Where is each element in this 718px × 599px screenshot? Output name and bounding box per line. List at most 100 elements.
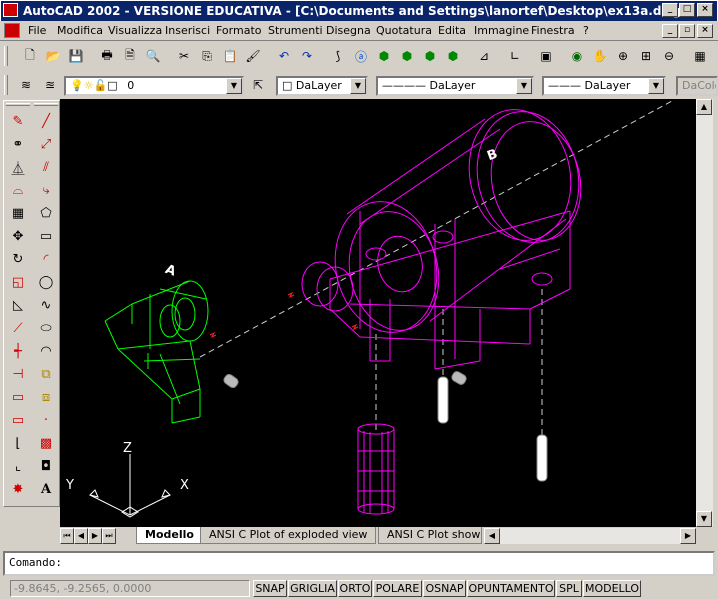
menu-disegna[interactable]: Disegna [326,24,371,38]
paste-icon[interactable]: 📋 [220,46,240,66]
menu-edita[interactable]: Edita [438,24,466,38]
scroll-down-icon[interactable]: ▼ [696,511,712,527]
doc-close-button[interactable]: × [697,24,713,38]
polyline-icon[interactable]: ⤷ [34,179,58,201]
linetype-dropdown[interactable]: ———— DaLayer ▼ [376,76,534,96]
toolbar-grip[interactable] [4,46,8,66]
layer-dropdown[interactable]: 💡☼🔓□ 0 ▼ [64,76,244,96]
zoom-window-icon[interactable]: ⊞ [636,46,656,66]
menu-modifica[interactable]: Modifica [57,24,103,38]
osnap-toggle[interactable]: OSNAP [423,580,466,597]
multiline-icon[interactable]: ⫽ [34,156,58,178]
array-icon[interactable]: ▦ [6,202,30,224]
tool-palette-icon[interactable]: ⬢ [443,46,463,66]
chamfer-icon[interactable]: ⌊ [6,432,30,454]
menu-strumenti[interactable]: Strumenti [268,24,323,38]
multiline-text-icon[interactable]: A [34,478,58,500]
fillet-icon[interactable]: ⌞ [6,455,30,477]
autocad-app-icon[interactable] [3,3,18,17]
print-preview-icon[interactable]: 🗎 [120,46,140,66]
zoom-realtime-icon[interactable]: ⊕ [613,46,633,66]
tab-next-icon[interactable]: ▶ [88,528,102,544]
ellipse-arc-icon[interactable]: ◠ [34,340,58,362]
insert-hyperlink-icon[interactable]: ⬢ [374,46,394,66]
tab-exploded-view[interactable]: ANSI C Plot of exploded view [200,527,377,544]
extend-icon[interactable]: ⊣ [6,363,30,385]
layer-manager-icon[interactable]: ≋ [16,75,36,95]
document-icon[interactable] [4,23,20,38]
model-toggle[interactable]: MODELLO [583,580,641,597]
scale-icon[interactable]: ◱ [6,271,30,293]
offset-icon[interactable]: ⌓ [6,179,30,201]
toolbar-grip[interactable] [34,103,58,106]
menu-quotatura[interactable]: Quotatura [376,24,432,38]
snap-toggle[interactable]: SNAP [253,580,287,597]
tab-last-icon[interactable]: ⏭ [102,528,116,544]
layer-previous-icon[interactable]: ≊ [40,75,60,95]
menu-file[interactable]: File [28,24,46,38]
menu-inserisci[interactable]: Inserisci [165,24,210,38]
tab-prev-icon[interactable]: ◀ [74,528,88,544]
menu-visualizza[interactable]: Visualizza [108,24,162,38]
chevron-down-icon[interactable]: ▼ [226,78,242,94]
region-icon[interactable]: ◘ [34,455,58,477]
trim-icon[interactable]: ┽ [6,340,30,362]
close-button[interactable]: × [697,3,713,17]
point-icon[interactable]: · [34,409,58,431]
tracking-icon[interactable]: ⟆ [328,46,348,66]
tab-plot-show[interactable]: ANSI C Plot show [378,527,482,544]
grid-toggle[interactable]: GRIGLIA [288,580,337,597]
polar-toggle[interactable]: POLARE [373,580,422,597]
hscroll-left-icon[interactable]: ◀ [484,528,500,544]
doc-minimize-button[interactable]: _ [662,24,678,38]
circle-icon[interactable]: ◯ [34,271,58,293]
properties-icon[interactable]: ▦ [690,46,710,66]
distance-icon[interactable]: ⊿ [474,46,494,66]
save-icon[interactable]: 💾 [66,46,86,66]
chevron-down-icon[interactable]: ▼ [516,78,532,94]
horizontal-scrollbar[interactable] [500,528,680,544]
maximize-button[interactable]: □ [679,3,695,17]
polygon-icon[interactable]: ⬠ [34,202,58,224]
move-icon[interactable]: ✥ [6,225,30,247]
rotate-icon[interactable]: ↻ [6,248,30,270]
color-dropdown[interactable]: □ DaLayer ▼ [276,76,368,96]
menu-finestra[interactable]: Finestra [531,24,575,38]
hatch-icon[interactable]: ▩ [34,432,58,454]
lengthen-icon[interactable]: ⟋ [6,317,30,339]
copy-icon[interactable]: ⎘ [197,46,217,66]
scroll-up-icon[interactable]: ▲ [696,99,712,115]
rectangle-icon[interactable]: ▭ [34,225,58,247]
open-file-icon[interactable]: 📂 [43,46,63,66]
publish-icon[interactable]: 🔍 [143,46,163,66]
menu-formato[interactable]: Formato [216,24,262,38]
otrack-toggle[interactable]: OPUNTAMENTO [467,580,555,597]
menu-help[interactable]: ? [583,24,589,38]
chevron-down-icon[interactable]: ▼ [648,78,664,94]
tab-modello[interactable]: Modello [136,527,203,544]
match-properties-icon[interactable]: 🖌 [243,46,263,66]
command-line[interactable]: Comando: [3,551,715,576]
cut-icon[interactable]: ✂ [174,46,194,66]
tab-first-icon[interactable]: ⏮ [60,528,74,544]
ucs-icon[interactable]: ∟ [505,46,525,66]
doc-restore-button[interactable]: ▫ [679,24,695,38]
drawing-canvas[interactable]: A B Z Y X [60,99,696,527]
arc-icon[interactable]: ◜ [34,248,58,270]
ellipse-icon[interactable]: ⬭ [34,317,58,339]
undo-icon[interactable]: ↶ [274,46,294,66]
vertical-scrollbar[interactable]: ▲ ▼ [696,99,713,527]
toolbar-grip[interactable] [4,75,8,95]
new-file-icon[interactable]: 🗋 [20,46,40,66]
construction-line-icon[interactable]: ⤢ [34,133,58,155]
toolbar-grip[interactable] [6,103,30,106]
copy-object-icon[interactable]: ⚭ [6,133,30,155]
chevron-down-icon[interactable]: ▼ [350,78,366,94]
zoom-previous-icon[interactable]: ⊖ [659,46,679,66]
line-icon[interactable]: ╱ [34,110,58,132]
lineweight-dropdown[interactable]: ——— DaLayer ▼ [542,76,666,96]
pan-icon[interactable]: ✋ [590,46,610,66]
web-icon[interactable]: ⓐ [351,46,371,66]
dbconnect-icon[interactable]: ⬢ [397,46,417,66]
menu-immagine[interactable]: Immagine [474,24,529,38]
